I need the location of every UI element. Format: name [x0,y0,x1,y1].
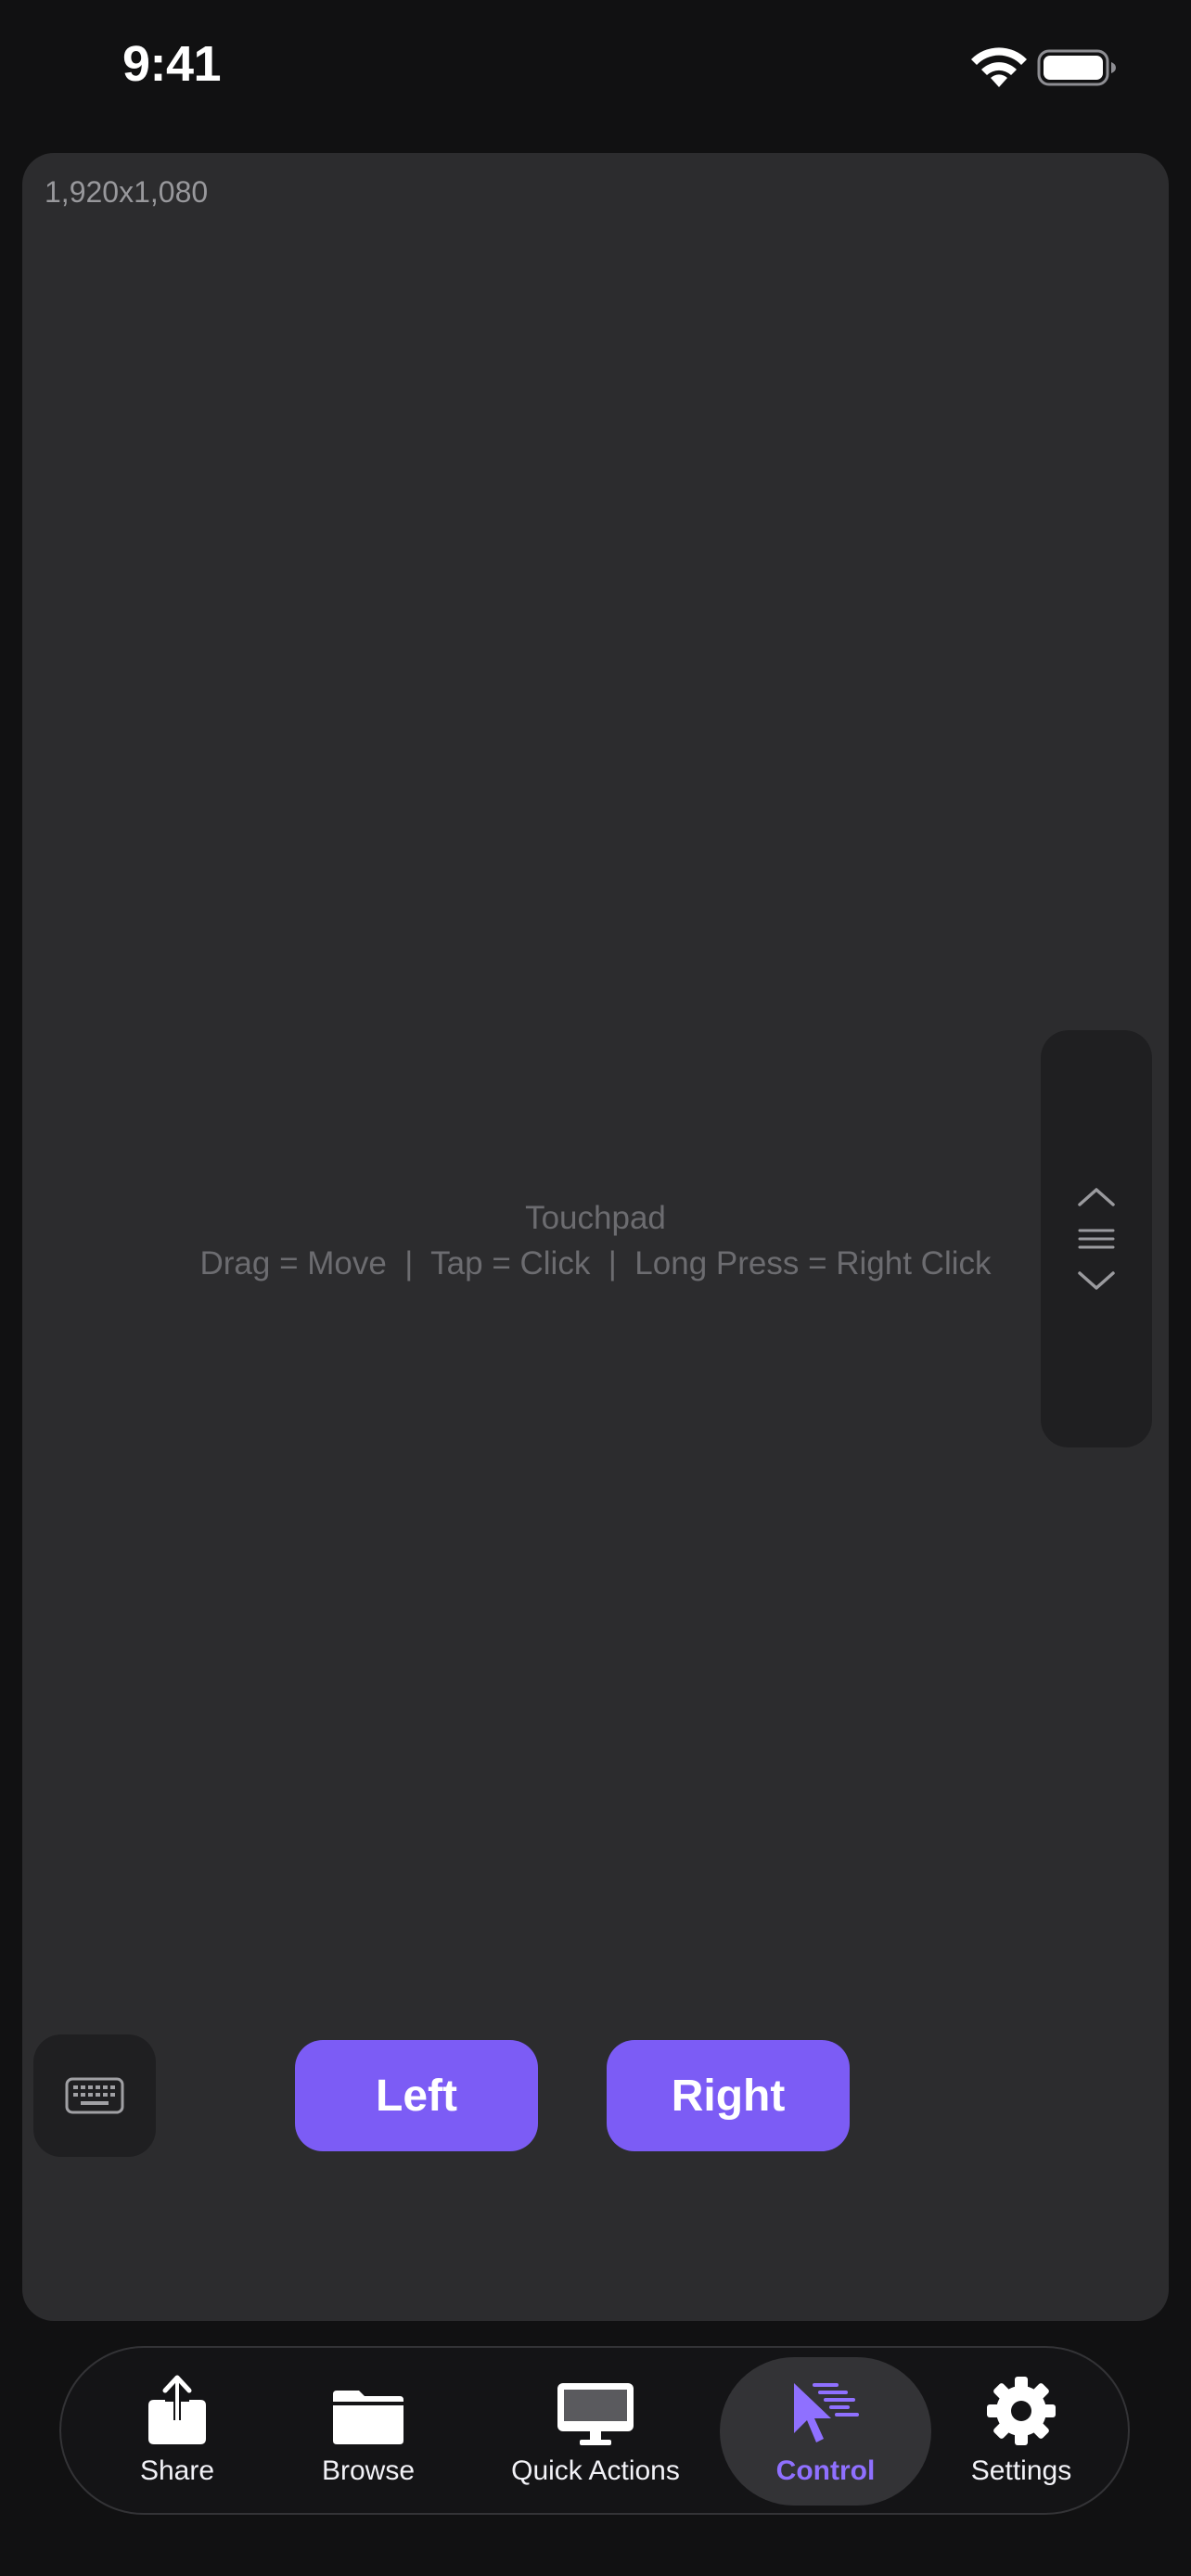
desktop-icon [557,2383,634,2445]
touchpad-hint-title: Touchpad [525,1200,666,1236]
tab-browse[interactable]: Browse [299,2357,438,2506]
scroll-strip[interactable] [1041,1030,1152,1447]
scroll-down-icon [1078,1271,1115,1290]
wifi-icon [971,47,1027,87]
tab-quick-actions-label: Quick Actions [511,2455,680,2486]
touchpad-hint: Touchpad Drag = Move | Tap = Click | Lon… [22,1195,1169,1286]
status-bar: 9:41 [0,0,1191,139]
folder-icon [333,2391,403,2444]
gear-icon [987,2377,1056,2445]
scroll-up-icon [1078,1188,1115,1206]
battery-icon [1037,49,1116,86]
touchpad-area[interactable]: 1,920x1,080 Touchpad Drag = Move | Tap =… [22,153,1169,2321]
left-click-button[interactable]: Left [295,2040,538,2151]
tab-browse-label: Browse [321,2455,416,2486]
resolution-label: 1,920x1,080 [45,175,209,209]
tab-control[interactable]: Control [720,2357,931,2506]
right-click-button[interactable]: Right [607,2040,850,2151]
share-icon [148,2375,206,2444]
keyboard-button[interactable] [33,2034,156,2157]
tab-settings-label: Settings [970,2455,1072,2486]
touchpad-hint-gestures: Drag = Move | Tap = Click | Long Press =… [199,1245,992,1282]
scroll-handle-icon [1078,1229,1115,1249]
tab-share[interactable]: Share [108,2357,247,2506]
tab-settings[interactable]: Settings [952,2357,1091,2506]
tab-control-label: Control [775,2455,876,2486]
tab-bar: Share Browse Quick Actions Control Setti… [59,2346,1130,2515]
keyboard-icon [65,2077,124,2114]
status-time: 9:41 [122,36,222,92]
tab-quick-actions[interactable]: Quick Actions [493,2357,698,2506]
cursor-icon [794,2383,859,2442]
tab-share-label: Share [139,2455,215,2486]
